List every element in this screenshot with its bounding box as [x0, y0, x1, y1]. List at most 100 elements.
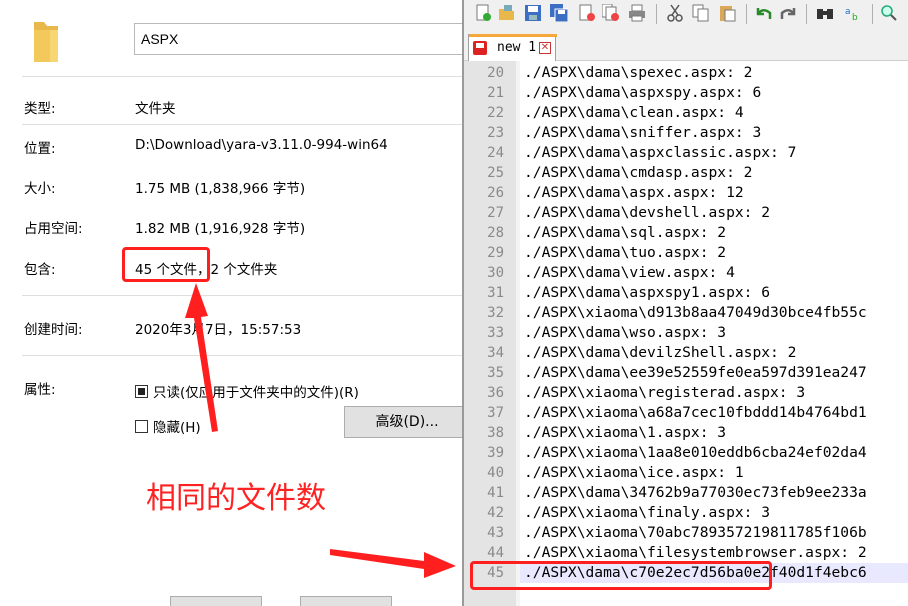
replace-icon[interactable]: ab [844, 4, 862, 22]
line-text: ./ASPX\xiaoma\finaly.aspx: 3 [524, 504, 771, 521]
line-number: 26 [487, 185, 504, 201]
code-line[interactable]: 35 ./ASPX\dama\ee39e52559fe0ea597d391ea24… [464, 363, 908, 383]
readonly-checkbox-row[interactable]: 只读(仅应用于文件夹中的文件)(R) [135, 381, 359, 401]
advanced-button[interactable]: 高级(D)... [344, 406, 464, 438]
code-line[interactable]: 21 ./ASPX\dama\aspxspy.aspx: 6 [464, 83, 908, 103]
hidden-checkbox-label: 隐藏(H) [153, 420, 201, 436]
ok-button[interactable] [170, 596, 262, 606]
redo-icon[interactable] [780, 4, 798, 22]
cut-icon[interactable] [666, 4, 684, 22]
line-number: 44 [487, 545, 504, 561]
code-line[interactable]: 34 ./ASPX\dama\devilzShell.aspx: 2 [464, 343, 908, 363]
line-text: ./ASPX\xiaoma\filesystembrowser.aspx: 2 [524, 544, 867, 561]
folder-icon [34, 22, 58, 62]
line-text: ./ASPX\dama\devilzShell.aspx: 2 [524, 344, 797, 361]
toolbar: ab [464, 0, 908, 30]
line-text: ./ASPX\dama\ee39e52559fe0ea597d391ea247 [524, 364, 867, 381]
paste-icon[interactable] [718, 4, 736, 22]
unsaved-file-icon [473, 41, 487, 55]
text-editor[interactable]: 20 ./ASPX\dama\spexec.aspx: 2 21 ./ASPX\dam… [464, 61, 908, 606]
copy-icon[interactable] [692, 4, 710, 22]
divider [22, 355, 464, 356]
toolbar-separator [806, 4, 807, 24]
code-line[interactable]: 44 ./ASPX\xiaoma\filesystembrowser.aspx: … [464, 543, 908, 563]
code-line[interactable]: 30 ./ASPX\dama\view.aspx: 4 [464, 263, 908, 283]
code-line[interactable]: 25 ./ASPX\dama\cmdasp.aspx: 2 [464, 163, 908, 183]
line-number: 32 [487, 305, 504, 321]
save-icon[interactable] [524, 4, 542, 22]
code-line[interactable]: 41 ./ASPX\dama\34762b9a77030ec73feb9ee233… [464, 483, 908, 503]
line-number: 33 [487, 325, 504, 341]
created-value: 2020年3月7日，15:57:53 [135, 322, 302, 338]
line-number: 22 [487, 105, 504, 121]
contains-label: 包含: [24, 262, 56, 278]
line-text: ./ASPX\xiaoma\a68a7cec10fbddd14b4764bd1 [524, 404, 867, 421]
line-number: 23 [487, 125, 504, 141]
hidden-checkbox[interactable] [135, 419, 148, 433]
svg-text:a: a [845, 7, 851, 17]
find-icon[interactable] [816, 4, 834, 22]
divider [22, 295, 464, 296]
close-all-icon[interactable] [602, 4, 620, 22]
code-line[interactable]: 26 ./ASPX\dama\aspx.aspx: 12 [464, 183, 908, 203]
code-line[interactable]: 20 ./ASPX\dama\spexec.aspx: 2 [464, 63, 908, 83]
line-text: ./ASPX\xiaoma\1.aspx: 3 [524, 424, 727, 441]
toolbar-separator [746, 4, 747, 24]
code-line[interactable]: 31 ./ASPX\dama\aspxspy1.aspx: 6 [464, 283, 908, 303]
code-line[interactable]: 37 ./ASPX\xiaoma\a68a7cec10fbddd14b4764bd… [464, 403, 908, 423]
line-number: 40 [487, 465, 504, 481]
line-text: ./ASPX\dama\view.aspx: 4 [524, 264, 735, 281]
line-number: 20 [487, 65, 504, 81]
undo-icon[interactable] [754, 4, 772, 22]
code-line[interactable]: 43 ./ASPX\xiaoma\70abc789357219811785f106… [464, 523, 908, 543]
tab-new-1[interactable]: new 1 ✕ [468, 34, 557, 61]
line-text: ./ASPX\xiaoma\1aa8e010eddb6cba24ef02da4 [524, 444, 867, 461]
new-file-icon[interactable] [474, 4, 492, 22]
line-text: ./ASPX\dama\aspx.aspx: 12 [524, 184, 744, 201]
line-number: 34 [487, 345, 504, 361]
line-text: ./ASPX\dama\clean.aspx: 4 [524, 104, 744, 121]
line-number: 35 [487, 365, 504, 381]
line-number: 39 [487, 445, 504, 461]
code-line[interactable]: 32 ./ASPX\xiaoma\d913b8aa47049d30bce4fb55… [464, 303, 908, 323]
toolbar-separator [656, 4, 657, 24]
tab-active-indicator [469, 34, 557, 37]
notepad-plus-plus-window: ab new 1 ✕ 20 ./ASPX\dama\spexec.aspx: 22… [462, 0, 908, 606]
save-all-icon[interactable] [550, 4, 568, 22]
line-number: 29 [487, 245, 504, 261]
code-line[interactable]: 27 ./ASPX\dama\devshell.aspx: 2 [464, 203, 908, 223]
code-line[interactable]: 40 ./ASPX\xiaoma\ice.aspx: 1 [464, 463, 908, 483]
toolbar-separator [872, 4, 873, 24]
line-text: ./ASPX\dama\aspxspy1.aspx: 6 [524, 284, 771, 301]
line-text: ./ASPX\dama\wso.aspx: 3 [524, 324, 727, 341]
tab-close-icon[interactable]: ✕ [539, 42, 551, 54]
code-line[interactable]: 28 ./ASPX\dama\sql.aspx: 2 [464, 223, 908, 243]
line-number: 30 [487, 265, 504, 281]
code-line[interactable]: 39 ./ASPX\xiaoma\1aa8e010eddb6cba24ef02da… [464, 443, 908, 463]
line-text: ./ASPX\dama\34762b9a77030ec73feb9ee233a [524, 484, 867, 501]
readonly-checkbox[interactable] [135, 384, 148, 398]
cancel-button[interactable] [300, 596, 392, 606]
print-icon[interactable] [628, 4, 646, 22]
code-line[interactable]: 29 ./ASPX\dama\tuo.aspx: 2 [464, 243, 908, 263]
line-text: ./ASPX\xiaoma\70abc789357219811785f106b [524, 524, 867, 541]
code-line[interactable]: 24 ./ASPX\dama\aspxclassic.aspx: 7 [464, 143, 908, 163]
code-line[interactable]: 33 ./ASPX\dama\wso.aspx: 3 [464, 323, 908, 343]
line-number: 43 [487, 525, 504, 541]
line-number: 21 [487, 85, 504, 101]
folder-name-input[interactable] [134, 23, 464, 55]
open-file-icon[interactable] [498, 4, 516, 22]
close-icon[interactable] [578, 4, 596, 22]
type-label: 类型: [24, 101, 56, 117]
size-value: 1.75 MB (1,838,966 字节) [135, 181, 306, 197]
line-text: ./ASPX\xiaoma\d913b8aa47049d30bce4fb55c [524, 304, 867, 321]
code-line[interactable]: 36 ./ASPX\xiaoma\registerad.aspx: 3 [464, 383, 908, 403]
hidden-checkbox-row[interactable]: 隐藏(H) [135, 416, 201, 436]
line-text: ./ASPX\dama\tuo.aspx: 2 [524, 244, 727, 261]
zoom-in-icon[interactable] [880, 4, 898, 22]
code-line[interactable]: 42 ./ASPX\xiaoma\finaly.aspx: 3 [464, 503, 908, 523]
code-line[interactable]: 23 ./ASPX\dama\sniffer.aspx: 3 [464, 123, 908, 143]
code-line[interactable]: 22 ./ASPX\dama\clean.aspx: 4 [464, 103, 908, 123]
code-line[interactable]: 38 ./ASPX\xiaoma\1.aspx: 3 [464, 423, 908, 443]
line-text: ./ASPX\xiaoma\registerad.aspx: 3 [524, 384, 806, 401]
